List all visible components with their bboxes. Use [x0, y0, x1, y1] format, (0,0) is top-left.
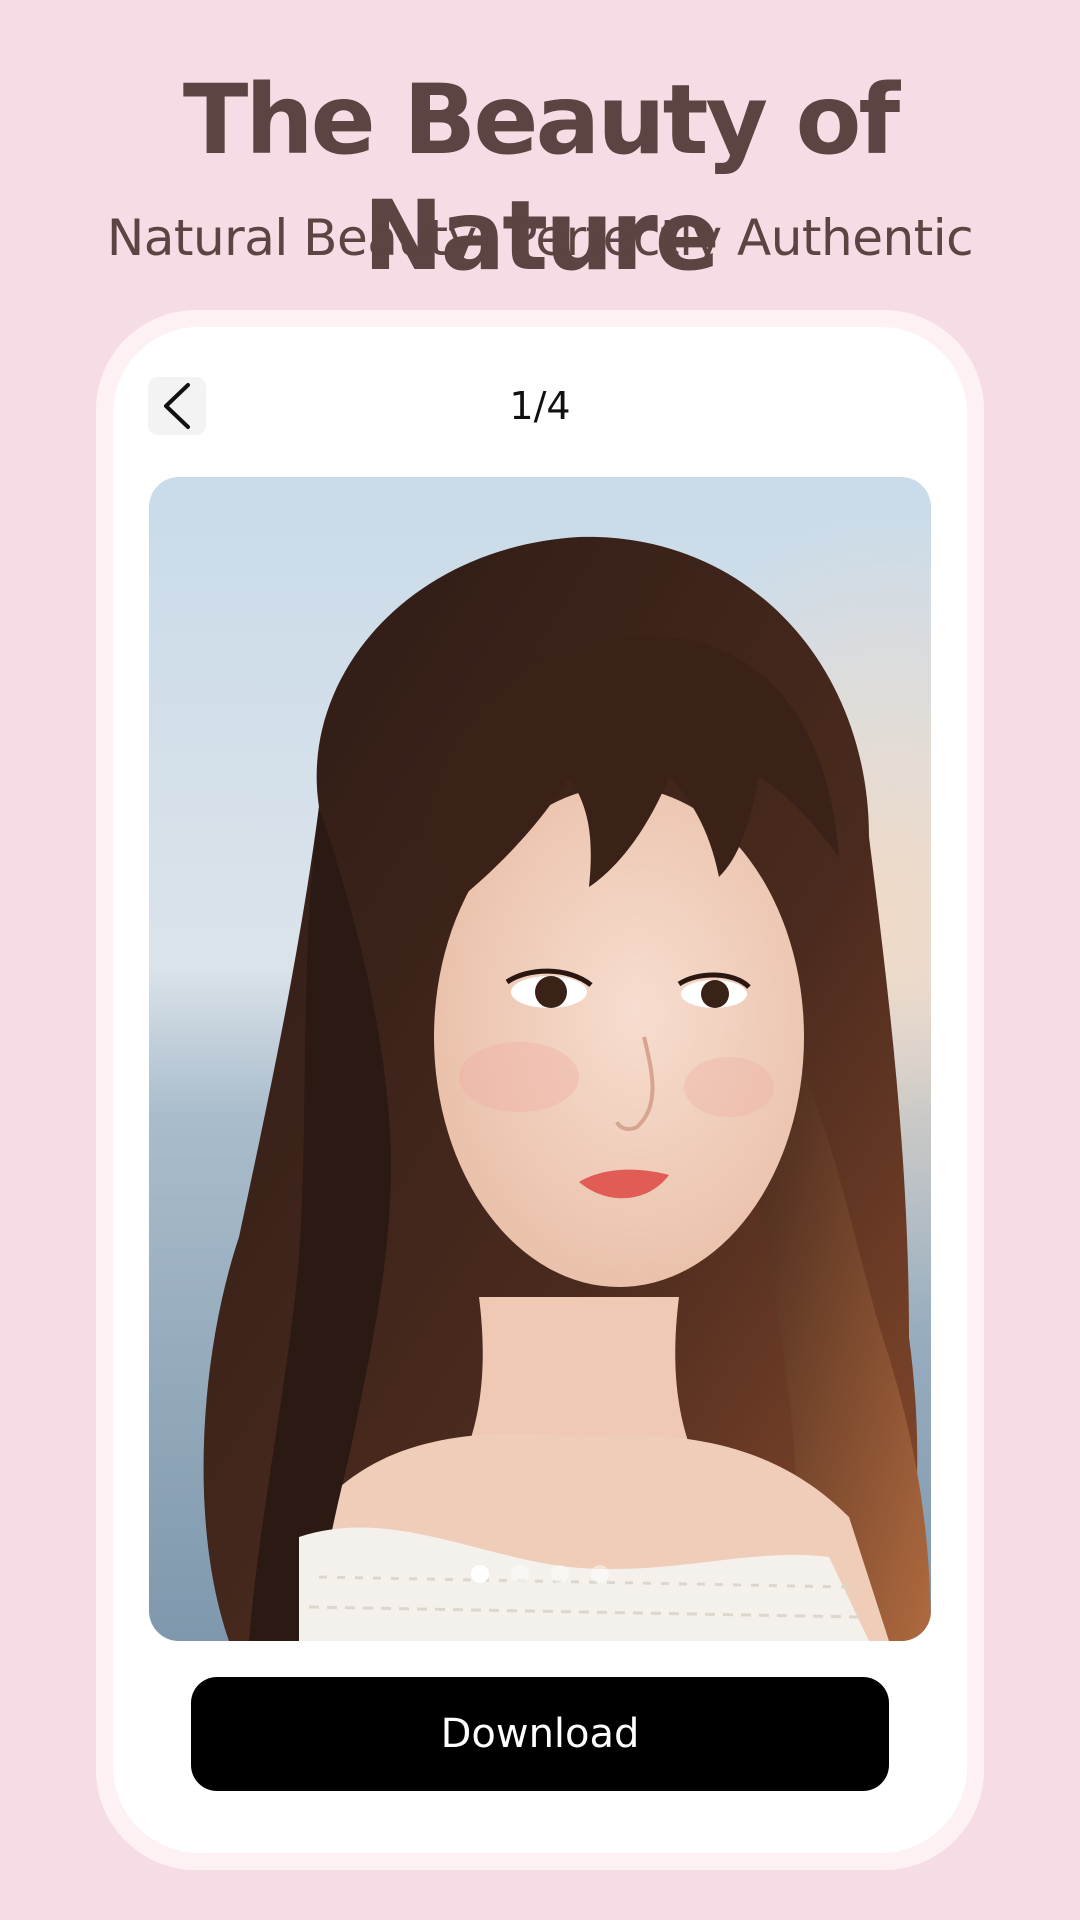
page-subtitle: Natural Beauty, Perfectly Authentic [106, 209, 974, 267]
photo-viewer[interactable] [149, 477, 931, 1641]
page-dot[interactable] [591, 1565, 609, 1583]
portrait-photo [149, 477, 931, 1641]
page-counter: 1/4 [509, 384, 571, 428]
phone-screen: 1/4 Download [113, 327, 967, 1853]
phone-frame: 1/4 Download [96, 310, 984, 1870]
page-indicator [149, 1565, 931, 1583]
page-dot[interactable] [511, 1565, 529, 1583]
page-dot[interactable] [551, 1565, 569, 1583]
download-button[interactable]: Download [191, 1677, 889, 1791]
page-dot-active[interactable] [471, 1565, 489, 1583]
